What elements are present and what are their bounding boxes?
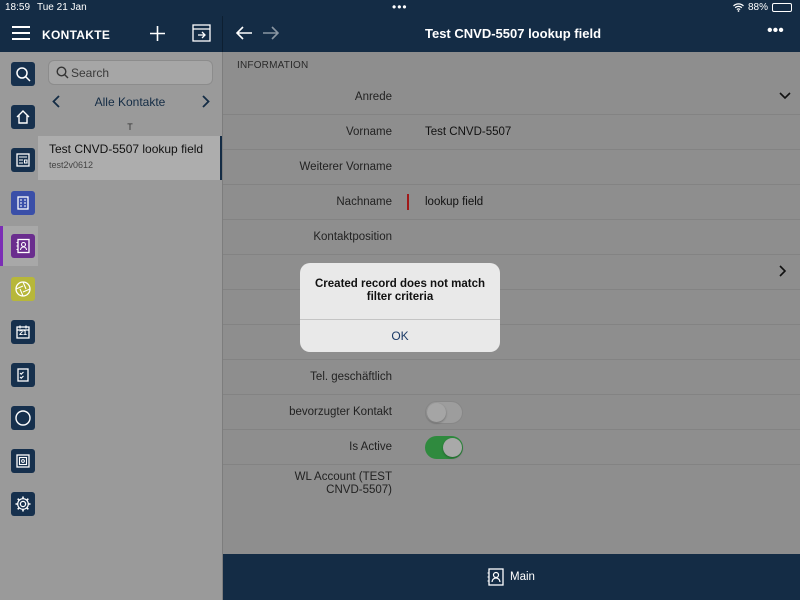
footer-tabbar: Main (223, 554, 800, 600)
search-box[interactable] (48, 60, 213, 85)
menu-icon[interactable] (12, 26, 30, 40)
rail-item-safe[interactable] (0, 441, 38, 481)
list-item[interactable]: Test CNVD-5507 lookup field test2v0612 (38, 136, 222, 180)
filter-label[interactable]: Alle Kontakte (38, 95, 222, 109)
search-input[interactable] (71, 64, 206, 82)
toggle-switch[interactable] (425, 401, 463, 424)
status-date: Tue 21 Jan (37, 2, 87, 13)
section-header: INFORMATION (237, 60, 309, 71)
contact-card-icon (487, 568, 504, 586)
list-item-subtitle: test2v0612 (49, 160, 94, 170)
chevron-right-icon[interactable] (779, 265, 787, 277)
rail-item-task[interactable] (0, 355, 38, 395)
wl-account-label-line2: CNVD-5507) (326, 484, 392, 496)
calendar-icon: 21 (11, 320, 35, 344)
required-indicator (407, 194, 409, 210)
field-label: Anrede (354, 91, 392, 103)
record-title: Test CNVD-5507 lookup field (425, 26, 602, 41)
export-icon[interactable] (192, 24, 211, 42)
rail-item-company[interactable] (0, 183, 38, 223)
status-bar: 18:59 Tue 21 Jan ••• 88% (0, 0, 800, 16)
chevron-down-icon[interactable] (779, 92, 791, 100)
form-row-vorname[interactable]: Vorname Test CNVD-5507 (223, 115, 800, 150)
wl-account-label-line1: WL Account (TEST (294, 471, 392, 483)
alert-message: Created record does not match filter cri… (310, 278, 490, 304)
rail-item-calendar[interactable]: 21 (0, 312, 38, 352)
rail-item-news[interactable] (0, 140, 38, 180)
rail-item-contact[interactable] (0, 226, 38, 266)
field-label: Nachname (336, 196, 392, 208)
search-icon (56, 66, 69, 79)
section-letter: T (127, 122, 133, 132)
calendar-day-text: 21 (19, 330, 27, 337)
rail-item-gear[interactable] (0, 484, 38, 524)
field-value[interactable]: Test CNVD-5507 (425, 126, 511, 138)
field-label: Vorname (345, 126, 392, 138)
list-title: KONTAKTE (42, 28, 111, 42)
field-label: Weiterer Vorname (299, 161, 392, 173)
multitask-dots-icon[interactable]: ••• (392, 0, 408, 14)
alert-message-line1: Created record does not match (315, 278, 485, 290)
back-arrow-icon[interactable] (236, 26, 253, 40)
wifi-icon (733, 3, 744, 12)
form-row-weiterer-vorname[interactable]: Weiterer Vorname (223, 150, 800, 185)
rail-item-circle[interactable] (0, 398, 38, 438)
tab-main-label: Main (510, 571, 535, 583)
form-row-kontaktposition[interactable]: Kontaktposition (223, 220, 800, 255)
alert-message-line2: filter criteria (366, 291, 434, 303)
aperture-icon (11, 277, 35, 301)
forward-arrow-icon[interactable] (262, 26, 279, 40)
status-time: 18:59 (5, 2, 31, 13)
field-label: Kontaktposition (313, 231, 392, 243)
battery-icon (772, 3, 792, 12)
alert-dialog: Created record does not match filter cri… (300, 263, 500, 352)
safe-icon (11, 449, 35, 473)
field-value[interactable]: lookup field (425, 196, 483, 208)
rail-item-search[interactable] (0, 54, 38, 94)
gear-icon (11, 492, 35, 516)
field-label: bevorzugter Kontakt (289, 406, 392, 418)
toggle-switch[interactable] (425, 436, 463, 459)
tab-main[interactable]: Main (487, 568, 535, 586)
ok-button[interactable]: OK (300, 320, 500, 352)
form-row-anrede[interactable]: Anrede (223, 80, 800, 115)
filter-row: Alle Kontakte (38, 92, 222, 112)
form-row-tel-gesch-ftlich[interactable]: Tel. geschäftlich (223, 360, 800, 395)
field-label: Tel. geschäftlich (310, 371, 392, 383)
add-icon[interactable] (149, 25, 166, 42)
search-icon (11, 62, 35, 86)
task-icon (11, 363, 35, 387)
more-options-icon[interactable]: ••• (767, 22, 784, 40)
rail-item-aperture[interactable] (0, 269, 38, 309)
news-icon (11, 148, 35, 172)
battery-percent: 88% (747, 2, 768, 13)
form-row-is-active[interactable]: Is Active (223, 430, 800, 465)
contact-list-panel: Alle Kontakte T Test CNVD-5507 lookup fi… (38, 52, 222, 600)
company-icon (11, 191, 35, 215)
field-label: Is Active (349, 441, 392, 453)
list-item-name: Test CNVD-5507 lookup field (49, 142, 204, 156)
contact-icon (11, 234, 35, 258)
chevron-right-icon[interactable] (202, 95, 210, 108)
form-row-bevorzugter-kontakt[interactable]: bevorzugter Kontakt (223, 395, 800, 430)
home-icon (11, 105, 35, 129)
module-rail: 21 (0, 52, 38, 600)
circle-icon (11, 406, 35, 430)
wl-account-label: WL Account (TEST CNVD-5507) (222, 471, 392, 497)
rail-item-home[interactable] (0, 97, 38, 137)
form-row-nachname[interactable]: Nachname lookup field (223, 185, 800, 220)
